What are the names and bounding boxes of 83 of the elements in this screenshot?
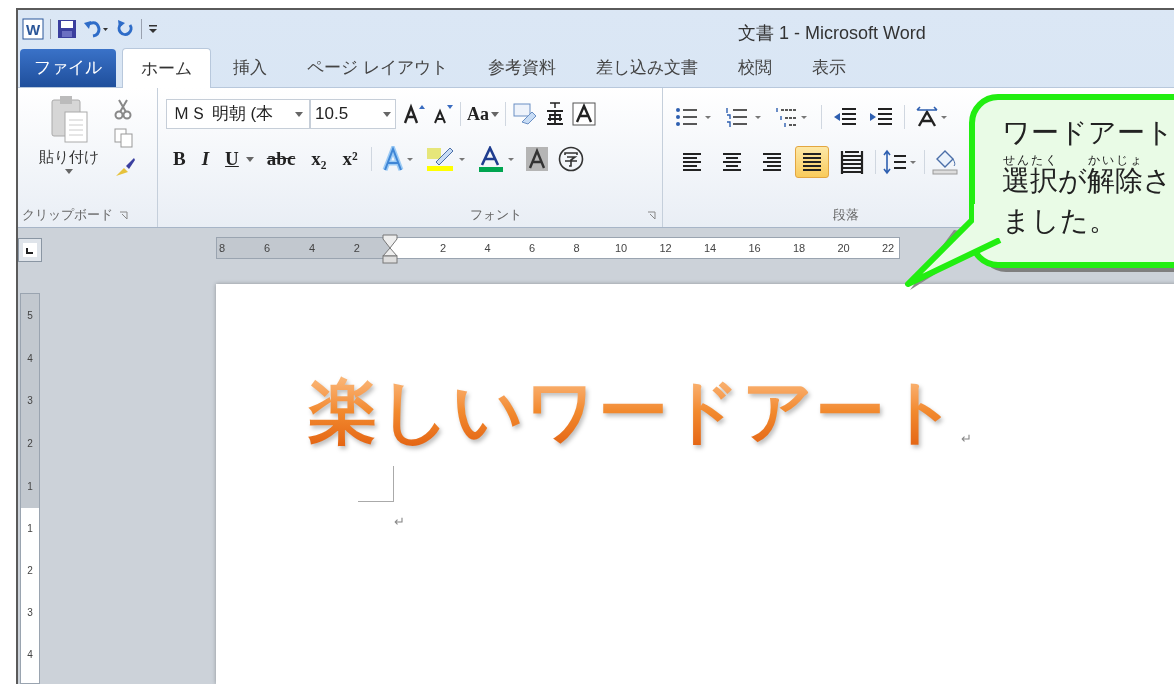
format-button[interactable]: B	[170, 144, 189, 174]
ruler-number: 10	[613, 240, 629, 256]
text-effects-icon[interactable]	[381, 146, 416, 173]
ruler-number: 8	[572, 240, 581, 256]
distribute-icon	[839, 148, 865, 177]
font-name-dropdown[interactable]: ＭＳ 明朝 (本	[166, 99, 310, 130]
group-label: 段落	[833, 206, 859, 225]
paste-button[interactable]: 貼り付け	[34, 94, 104, 203]
paragraph-mark: ↵	[394, 513, 406, 531]
indent-marker-icon[interactable]	[382, 234, 398, 264]
character-shading-icon[interactable]	[525, 147, 548, 172]
paragraph-mark: ↵	[961, 429, 972, 448]
ruler-number: 22	[880, 240, 896, 256]
format-button[interactable]: U	[222, 144, 242, 174]
ruler-number: 1	[27, 480, 33, 495]
format-button[interactable]: x²	[339, 144, 361, 174]
ruler-number: 2	[27, 564, 33, 579]
font-color-icon[interactable]	[477, 146, 516, 173]
ribbon-tab[interactable]: ページ レイアウト	[289, 49, 466, 88]
file-tab[interactable]: ファイル	[20, 49, 116, 88]
ruler-number: 12	[658, 240, 673, 256]
shrink-font-icon[interactable]	[432, 103, 454, 126]
customize-dropdown-icon[interactable]	[148, 23, 158, 36]
group-label: クリップボード	[22, 206, 113, 225]
ribbon-tab[interactable]: 挿入	[215, 49, 285, 88]
ruler-number: 14	[702, 240, 718, 256]
format-button[interactable]: I	[198, 144, 213, 174]
ruler-number: 2	[27, 437, 33, 452]
caret-icon	[383, 111, 391, 117]
ribbon-tab[interactable]: 表示	[793, 49, 864, 88]
ruler-number: 4	[483, 240, 492, 256]
ruler-number: 2	[438, 240, 448, 256]
group-label: フォント	[469, 206, 522, 225]
caret-icon	[491, 111, 499, 117]
callout-text: ました。	[1002, 204, 1118, 238]
text-boundary-mark	[358, 466, 394, 502]
ruler-number: 1	[27, 522, 33, 537]
ruler-number: 8	[219, 240, 226, 256]
ruler-number: 6	[263, 240, 271, 256]
callout-text: ワードアート	[1002, 116, 1174, 150]
format-button[interactable]: x₂	[308, 144, 330, 174]
ruler-number: 6	[527, 240, 537, 256]
caret-icon	[65, 168, 73, 174]
window-title: 文書 1 - Microsoft Word	[738, 22, 926, 45]
dialog-launcher-icon[interactable]	[119, 210, 128, 220]
grow-font-icon[interactable]	[402, 103, 426, 126]
ribbon-tab[interactable]: 参考資料	[469, 49, 574, 88]
ruler-number: 16	[747, 240, 762, 256]
ruler-number: 2	[353, 240, 360, 256]
format-button[interactable]: abc	[263, 144, 299, 174]
paintbrush-icon[interactable]	[114, 156, 136, 179]
clear-formatting-icon[interactable]	[512, 102, 538, 127]
ribbon-tab[interactable]: 差し込み文書	[577, 49, 716, 88]
dialog-launcher-icon[interactable]	[647, 210, 656, 220]
enclosed-character-icon[interactable]	[557, 146, 584, 173]
paint-bucket-icon[interactable]	[931, 149, 959, 176]
save-icon[interactable]	[57, 19, 77, 40]
ruler-number: 4	[27, 647, 33, 662]
caret-icon	[295, 111, 303, 117]
ribbon-tab[interactable]: 校閲	[719, 49, 790, 88]
ruler-number: 4	[27, 351, 33, 366]
change-case-button[interactable]: Aa	[467, 100, 499, 128]
character-border-icon[interactable]	[572, 102, 596, 127]
ruler-number: 3	[27, 394, 33, 409]
ruler-number: 20	[836, 240, 851, 256]
scissors-icon[interactable]	[114, 98, 132, 121]
ruler-number: 4	[308, 240, 316, 256]
ruler-number: 18	[791, 240, 807, 256]
ruler-number: 3	[27, 605, 33, 620]
alignment-button[interactable]	[795, 146, 829, 179]
callout-text: 選択 せんたく が解除 かいじょ さ	[1002, 154, 1173, 198]
text-direction-icon[interactable]	[915, 106, 949, 129]
line-spacing-icon[interactable]	[882, 149, 918, 176]
ribbon-tab[interactable]: ホーム	[122, 48, 211, 89]
phonetic-guide-icon[interactable]	[544, 101, 566, 128]
caret-icon[interactable]	[245, 156, 254, 162]
tab-selector-button[interactable]	[18, 238, 42, 262]
clipboard-icon	[49, 94, 89, 145]
font-size-dropdown[interactable]: 10.5	[310, 99, 396, 130]
ruler-number: 5	[27, 308, 33, 323]
word-logo-icon[interactable]: W	[22, 18, 44, 41]
highlighter-icon[interactable]	[425, 146, 468, 173]
undo-icon[interactable]	[83, 19, 109, 40]
